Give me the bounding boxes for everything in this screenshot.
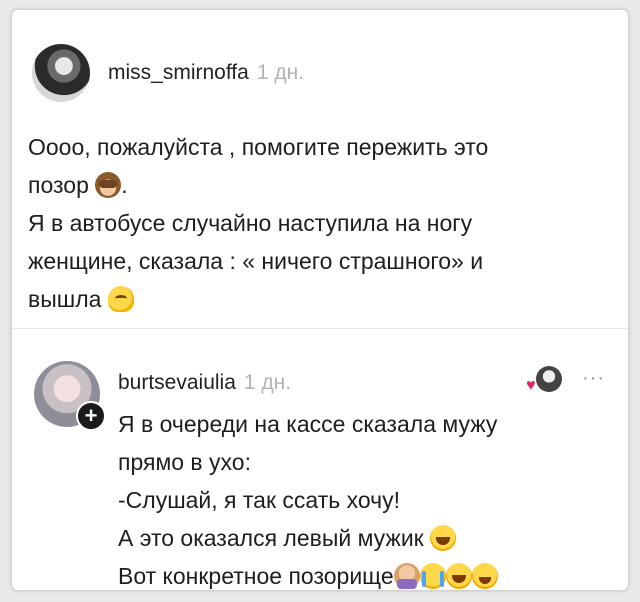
comment: + burtsevaiulia 1 дн. ♥ ··· Я в очереди … <box>12 329 628 590</box>
post-line-text: . <box>121 172 128 198</box>
thread-card: miss_smirnoffa 1 дн. Оооо, пожалуйста , … <box>12 10 628 590</box>
post-line-text: позор <box>28 172 89 198</box>
post-line: позор . <box>28 166 608 204</box>
comment-text: Я в очереди на кассе сказала мужу прямо … <box>118 405 608 590</box>
post-timestamp: 1 дн. <box>256 61 305 84</box>
comment-line: Вот конкретное позорище <box>118 557 608 590</box>
post-author-avatar[interactable] <box>32 44 90 102</box>
more-options-icon[interactable]: ··· <box>582 367 605 390</box>
facepalm-icon <box>393 563 420 589</box>
comment-line: Я в очереди на кассе сказала мужу <box>118 411 498 437</box>
post-text: Оооо, пожалуйста , помогите пережить это… <box>28 128 608 318</box>
grinning-squint-icon <box>471 563 498 589</box>
crying-face-icon <box>419 563 446 589</box>
post-line-text: вышла <box>28 286 102 312</box>
follow-plus-icon[interactable]: + <box>76 401 106 431</box>
post-header: miss_smirnoffa 1 дн. <box>32 44 304 102</box>
tears-of-joy-icon <box>445 563 472 589</box>
post-author-username[interactable]: miss_smirnoffa <box>108 61 249 85</box>
post-line: женщине, сказала : « ничего страшного» и <box>28 248 484 274</box>
heart-icon: ♥ <box>526 377 536 394</box>
comment-header: burtsevaiulia 1 дн. <box>118 371 291 395</box>
comment-line: -Слушай, я так ссать хочу! <box>118 487 401 513</box>
see-no-evil-monkey-icon <box>95 172 122 198</box>
tears-of-joy-icon <box>430 525 457 551</box>
comment-line: прямо в ухо: <box>118 449 251 475</box>
comment-author-avatar-wrap: + <box>34 361 106 431</box>
post-line: вышла <box>28 280 608 318</box>
comment-timestamp: 1 дн. <box>243 371 292 394</box>
comment-line-text: Вот конкретное позорище <box>118 563 394 589</box>
comment-line: А это оказался левый мужик <box>118 519 608 557</box>
melting-face-icon <box>107 286 134 312</box>
post-line: Я в автобусе случайно наступила на ногу <box>28 210 473 236</box>
comment-line-text: А это оказался левый мужик <box>118 525 424 551</box>
post: miss_smirnoffa 1 дн. Оооо, пожалуйста , … <box>12 10 628 328</box>
comment-author-username[interactable]: burtsevaiulia <box>118 371 236 395</box>
post-line: Оооо, пожалуйста , помогите пережить это <box>28 134 489 160</box>
